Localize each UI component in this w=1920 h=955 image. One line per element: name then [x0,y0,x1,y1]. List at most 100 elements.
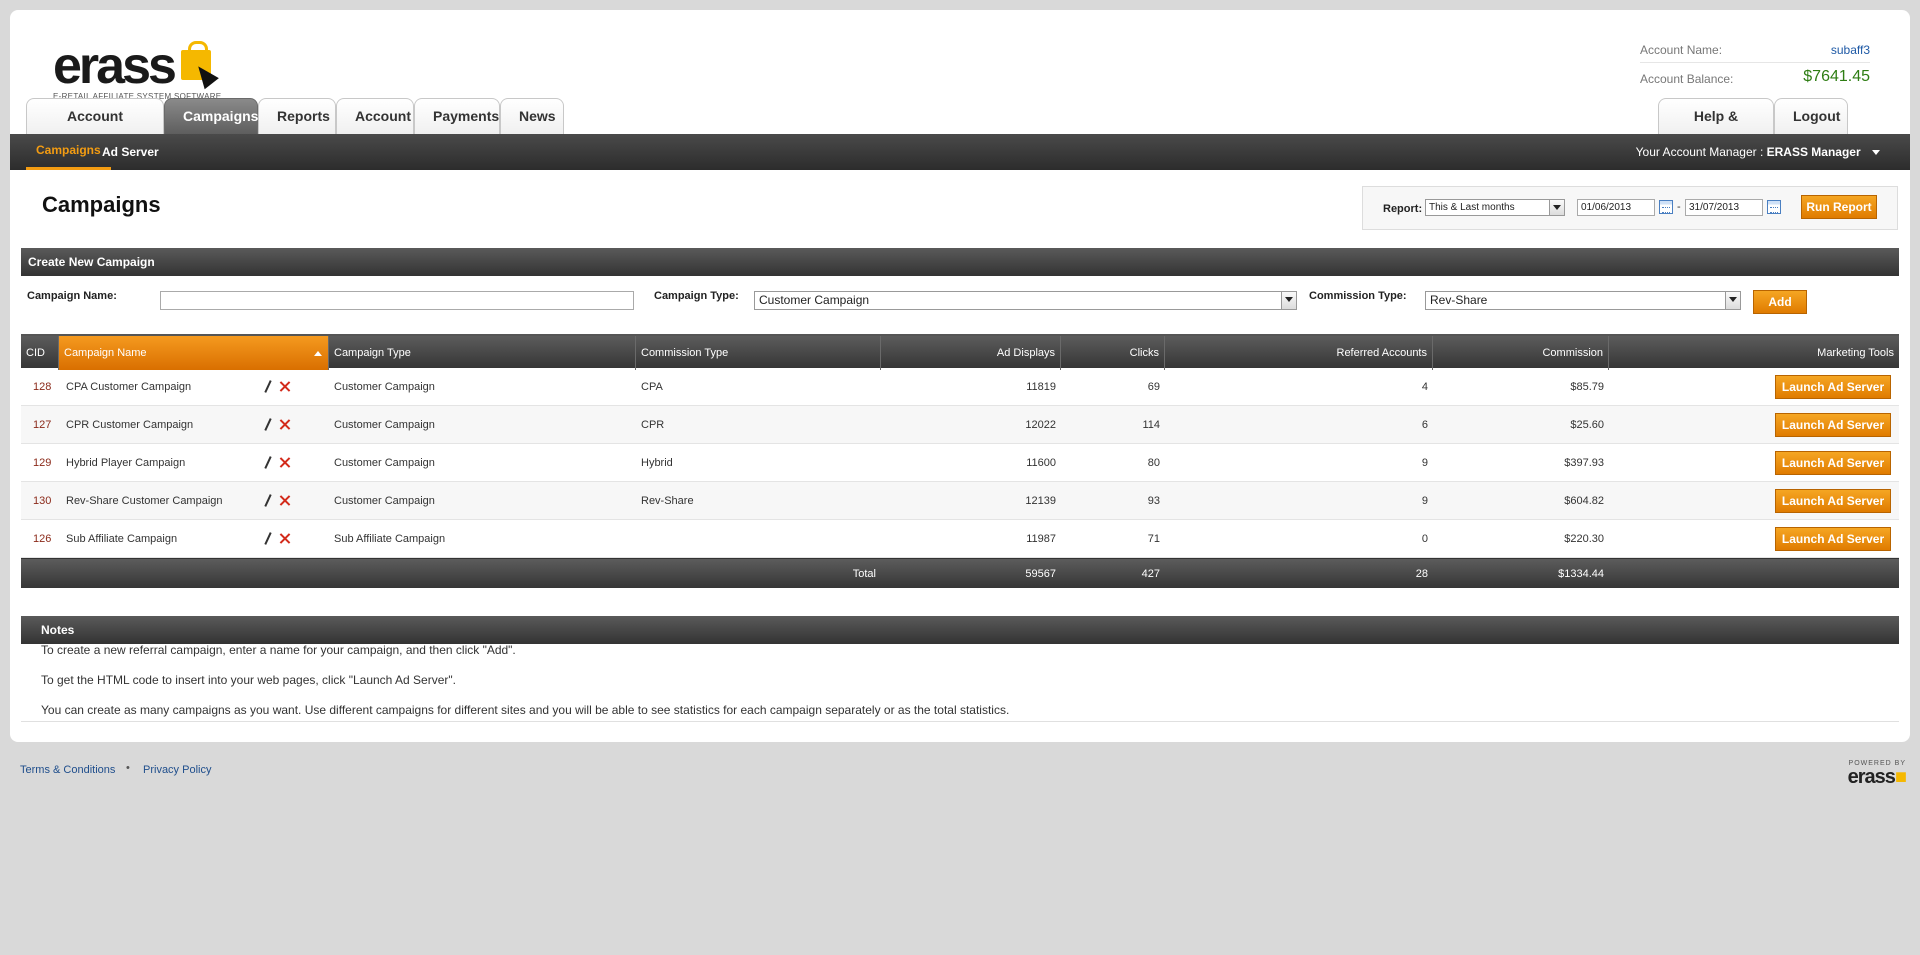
row-campaign-type: Customer Campaign [334,457,435,469]
account-balance-label: Account Balance: [1640,72,1734,86]
edit-icon[interactable] [264,456,272,469]
campaign-name-input[interactable] [160,291,634,310]
row-commission-type: CPR [641,419,665,431]
footer-separator: • [126,762,130,774]
chevron-down-icon [1872,150,1880,156]
edit-icon[interactable] [264,380,272,393]
delete-icon[interactable] [279,457,290,468]
report-period-value: This & Last months [1429,202,1515,213]
account-name-value[interactable]: subaff3 [1831,43,1870,57]
tab-campaigns[interactable]: Campaigns [164,98,258,134]
account-manager-menu[interactable]: Your Account Manager : ERASS Manager [1636,134,1880,170]
campaign-type-value: Customer Campaign [759,293,870,307]
campaign-name-label: Campaign Name: [27,290,117,302]
note-line: You can create as many campaigns as you … [41,703,1010,717]
row-referred-accounts: 4 [1421,381,1428,393]
totals-label: Total [852,568,876,580]
column-referred-accounts[interactable]: Referred Accounts [1165,336,1433,370]
column-campaign-name-label: Campaign Name [64,347,147,359]
column-cid[interactable]: CID [21,336,59,370]
calendar-icon[interactable] [1659,200,1673,214]
subnav-ad-server[interactable]: Ad Server [92,134,169,170]
privacy-policy-link[interactable]: Privacy Policy [143,764,211,776]
account-info: Account Name: subaff3 Account Balance: $… [1640,34,1870,92]
column-clicks[interactable]: Clicks [1061,336,1165,370]
tab-reports[interactable]: Reports [258,98,336,134]
mini-bag-icon: ■ [1894,766,1907,788]
row-referred-accounts: 6 [1421,419,1428,431]
edit-icon[interactable] [264,418,272,431]
powered-logo-text: erass [1847,766,1896,788]
totals-referred-accounts: 28 [1415,568,1428,580]
row-clicks: 93 [1147,495,1160,507]
run-report-button[interactable]: Run Report [1801,195,1877,219]
delete-icon[interactable] [279,533,290,544]
row-commission-type: CPA [641,381,663,393]
account-balance-row: Account Balance: $7641.45 [1640,63,1870,92]
tab-news[interactable]: News [500,98,564,134]
row-commission-type [636,520,646,558]
totals-commission: $1334.44 [1558,568,1604,580]
row-clicks: 69 [1147,381,1160,393]
dropdown-arrow-icon [1281,292,1296,309]
erass-logo[interactable]: erass E-RETAIL AFFILIATE SYSTEM SOFTWARE [43,34,223,104]
row-campaign-name: CPA Customer Campaign [66,381,192,393]
edit-icon[interactable] [264,532,272,545]
date-from-input[interactable]: 01/06/2013 [1577,199,1655,216]
edit-icon[interactable] [264,494,272,507]
column-ad-displays[interactable]: Ad Displays [881,336,1061,370]
campaign-type-label: Campaign Type: [654,290,739,302]
column-campaign-name[interactable]: Campaign Name [59,336,329,370]
row-referred-accounts: 0 [1421,533,1428,545]
tab-logout[interactable]: Logout [1774,98,1848,134]
calendar-icon[interactable] [1767,200,1781,214]
tab-payments[interactable]: Payments [414,98,500,134]
row-cid: 128 [33,381,52,393]
commission-type-select[interactable]: Rev-Share [1425,291,1741,310]
launch-ad-server-button[interactable]: Launch Ad Server [1775,451,1891,475]
column-marketing-tools: Marketing Tools [1817,347,1894,359]
row-campaign-name: CPR Customer Campaign [66,419,194,431]
tab-account-overview[interactable]: Account Overview [26,98,164,158]
column-commission-type[interactable]: Commission Type [636,336,881,370]
row-clicks: 80 [1147,457,1160,469]
row-campaign-name: Sub Affiliate Campaign [66,533,178,545]
table-row: 128 CPA Customer Campaign Customer Campa… [21,368,1899,406]
row-referred-accounts: 9 [1421,457,1428,469]
launch-ad-server-button[interactable]: Launch Ad Server [1775,527,1891,551]
powered-by-logo: erass■ [1836,766,1907,788]
dropdown-arrow-icon [1725,292,1740,309]
campaign-type-select[interactable]: Customer Campaign [754,291,1297,310]
report-period-select[interactable]: This & Last months [1425,199,1565,216]
launch-ad-server-button[interactable]: Launch Ad Server [1775,375,1891,399]
delete-icon[interactable] [279,381,290,392]
date-to-input[interactable]: 31/07/2013 [1685,199,1763,216]
row-commission: $604.82 [1564,495,1604,507]
column-commission[interactable]: Commission [1433,336,1609,370]
powered-by-erass[interactable]: POWERED BY erass■ [1836,760,1907,788]
row-campaign-type: Sub Affiliate Campaign [334,533,446,545]
row-clicks: 71 [1147,533,1160,545]
terms-conditions-link[interactable]: Terms & Conditions [20,764,115,776]
delete-icon[interactable] [279,495,290,506]
account-manager-name: ERASS Manager [1766,145,1861,159]
add-campaign-button[interactable]: Add [1753,290,1807,314]
row-commission: $397.93 [1564,457,1604,469]
column-campaign-type[interactable]: Campaign Type [329,336,636,370]
note-line: To create a new referral campaign, enter… [41,643,516,657]
report-label: Report: [1383,203,1423,215]
launch-ad-server-button[interactable]: Launch Ad Server [1775,413,1891,437]
account-name-label: Account Name: [1640,43,1723,57]
row-commission-type: Hybrid [641,457,673,469]
table-row: 129 Hybrid Player Campaign Customer Camp… [21,444,1899,482]
row-cid: 130 [33,495,52,507]
notes-divider [21,721,1899,722]
launch-ad-server-button[interactable]: Launch Ad Server [1775,489,1891,513]
tab-help-support[interactable]: Help & Support [1658,98,1774,158]
tab-account[interactable]: Account [336,98,414,134]
create-campaign-header: Create New Campaign [21,248,1899,276]
row-ad-displays: 12022 [1025,419,1056,431]
delete-icon[interactable] [279,419,290,430]
commission-type-value: Rev-Share [1430,293,1488,307]
date-separator: - [1677,201,1681,213]
